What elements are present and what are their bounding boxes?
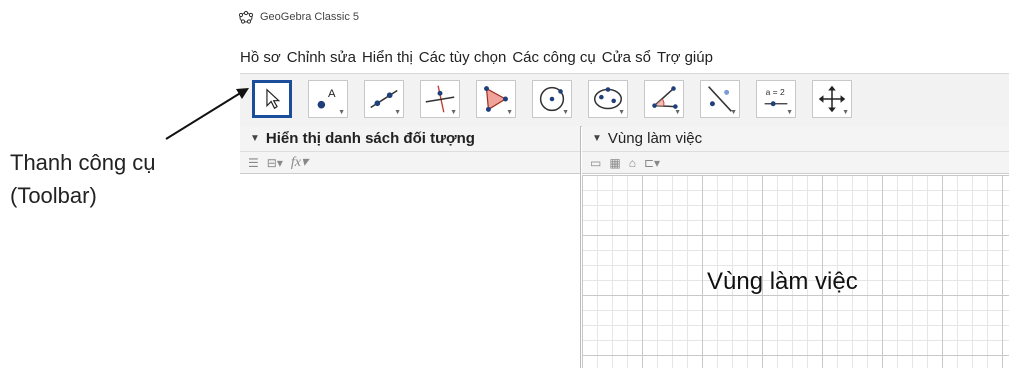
grid-toggle-icon[interactable]: ▦ bbox=[609, 156, 620, 170]
home-icon[interactable]: ⌂ bbox=[629, 156, 636, 170]
graphics-canvas[interactable]: Vùng làm việc bbox=[582, 175, 1009, 368]
toolbar: A ▼ ▼ ▼ ▼ ▼ ▼ ▼ ▼ a = 2 ▼ ▼ bbox=[240, 73, 1009, 127]
graphics-view-header[interactable]: ▼ Vùng làm việc bbox=[582, 126, 1009, 152]
menu-window[interactable]: Cửa sổ bbox=[602, 49, 651, 66]
ellipse-tool-button[interactable]: ▼ bbox=[588, 80, 628, 118]
polygon-tool-button[interactable]: ▼ bbox=[476, 80, 516, 118]
algebra-view-title: Hiển thị danh sách đối tượng bbox=[265, 130, 475, 147]
svg-text:A: A bbox=[328, 88, 336, 100]
graphics-view-title: Vùng làm việc bbox=[607, 130, 703, 147]
slider-tool-button[interactable]: a = 2 ▼ bbox=[756, 80, 796, 118]
axes-toggle-icon[interactable]: ▭ bbox=[590, 156, 601, 170]
graphics-view-panel: ▼ Vùng làm việc ▭ ▦ ⌂ ⊏▾ Vùng làm việc bbox=[582, 126, 1009, 368]
collapse-triangle-icon[interactable]: ▼ bbox=[592, 133, 602, 144]
angle-tool-button[interactable]: ▼ bbox=[644, 80, 684, 118]
algebra-view-panel: ▼ Hiển thị danh sách đối tượng ☰ ⊟▾ fx▾ bbox=[240, 126, 581, 368]
circle-tool-button[interactable]: ▼ bbox=[532, 80, 572, 118]
menu-bar: Hồ sơ Chỉnh sửa Hiển thị Các tùy chọn Cá… bbox=[240, 44, 719, 70]
menu-options[interactable]: Các tùy chọn bbox=[419, 49, 507, 66]
geogebra-logo-icon bbox=[238, 10, 254, 24]
graphics-view-style-bar: ▭ ▦ ⌂ ⊏▾ bbox=[582, 152, 1009, 174]
line-tool-button[interactable]: ▼ bbox=[364, 80, 404, 118]
move-tool-button[interactable] bbox=[252, 80, 292, 118]
annotation-line-1: Thanh công cụ bbox=[10, 150, 156, 175]
toolbar-annotation-label: Thanh công cụ (Toolbar) bbox=[10, 146, 156, 212]
point-tool-button[interactable]: A ▼ bbox=[308, 80, 348, 118]
perpendicular-line-tool-button[interactable]: ▼ bbox=[420, 80, 460, 118]
menu-view[interactable]: Hiển thị bbox=[362, 49, 413, 66]
menu-edit[interactable]: Chỉnh sửa bbox=[287, 49, 356, 66]
menu-file[interactable]: Hồ sơ bbox=[240, 49, 281, 66]
algebra-view-header[interactable]: ▼ Hiển thị danh sách đối tượng bbox=[240, 126, 580, 152]
svg-text:a = 2: a = 2 bbox=[766, 87, 785, 97]
workarea-label: Vùng làm việc bbox=[707, 268, 858, 295]
reflect-tool-button[interactable]: ▼ bbox=[700, 80, 740, 118]
point-capture-icon[interactable]: ⊏▾ bbox=[644, 156, 660, 170]
toggle-list-icon[interactable]: ☰ bbox=[248, 156, 259, 170]
move-graphics-tool-button[interactable]: ▼ bbox=[812, 80, 852, 118]
function-fx-icon[interactable]: fx▾ bbox=[291, 154, 308, 171]
cursor-arrow-icon bbox=[266, 88, 281, 110]
collapse-triangle-icon[interactable]: ▼ bbox=[250, 133, 260, 144]
menu-tools[interactable]: Các công cụ bbox=[512, 49, 595, 66]
title-bar: GeoGebra Classic 5 bbox=[238, 6, 359, 28]
menu-help[interactable]: Trợ giúp bbox=[657, 49, 713, 66]
sort-icon[interactable]: ⊟▾ bbox=[267, 156, 283, 170]
annotation-line-2: (Toolbar) bbox=[10, 183, 97, 208]
window-title: GeoGebra Classic 5 bbox=[260, 11, 360, 23]
algebra-view-style-bar: ☰ ⊟▾ fx▾ bbox=[240, 152, 580, 174]
